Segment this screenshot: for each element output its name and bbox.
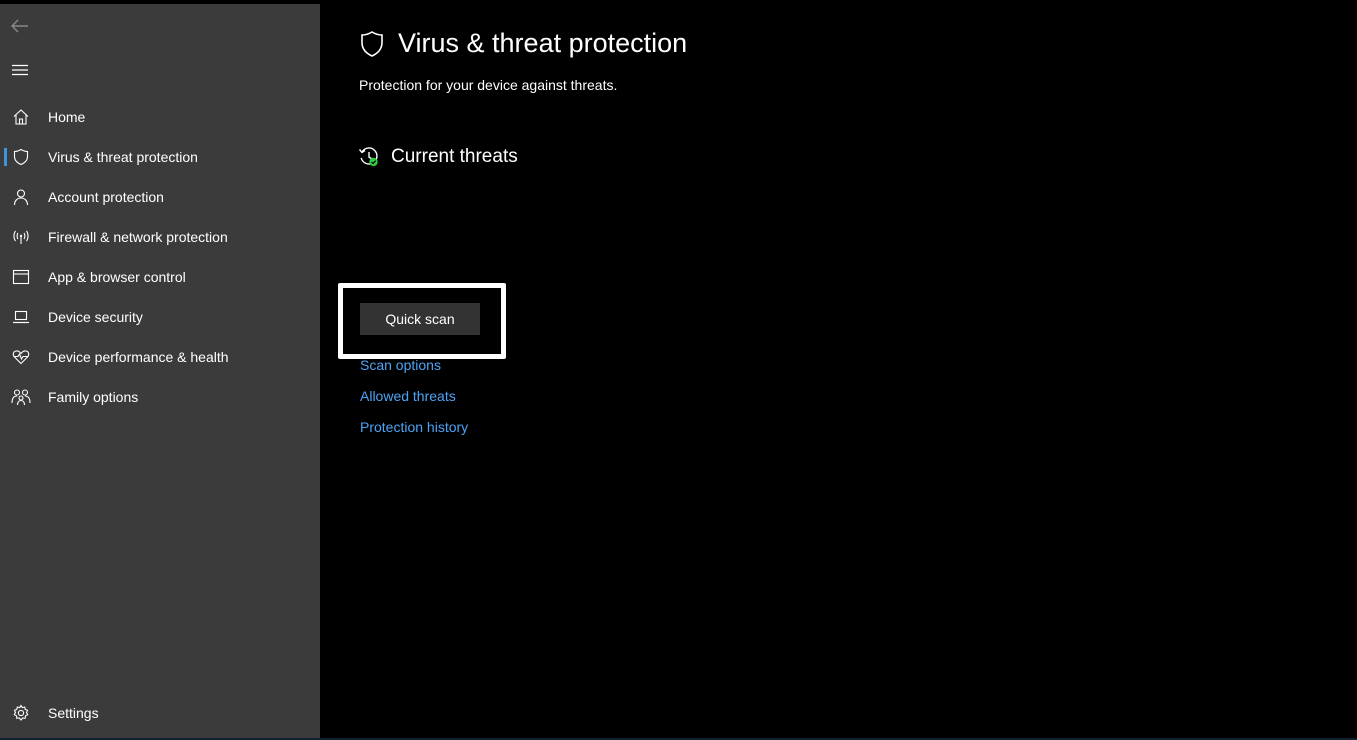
allowed-threats-link[interactable]: Allowed threats bbox=[360, 385, 468, 416]
hamburger-menu-icon bbox=[12, 64, 28, 76]
gear-icon bbox=[11, 703, 31, 723]
main-content: Virus & threat protection Protection for… bbox=[320, 4, 1357, 740]
protection-history-link[interactable]: Protection history bbox=[360, 416, 468, 447]
sidebar-item-label: Home bbox=[48, 109, 86, 125]
sidebar-item-firewall-network[interactable]: Firewall & network protection bbox=[0, 217, 320, 257]
sidebar-item-app-browser-control[interactable]: App & browser control bbox=[0, 257, 320, 297]
sidebar-item-account-protection[interactable]: Account protection bbox=[0, 177, 320, 217]
scan-links: Scan options Allowed threats Protection … bbox=[360, 354, 468, 447]
antenna-icon bbox=[11, 227, 31, 247]
laptop-icon bbox=[11, 307, 31, 327]
browser-window-icon bbox=[11, 267, 31, 287]
sidebar-item-label: Device security bbox=[48, 309, 143, 325]
sidebar-item-label: Family options bbox=[48, 389, 139, 405]
sidebar-item-settings[interactable]: Settings bbox=[0, 693, 320, 733]
sidebar-item-virus-threat-protection[interactable]: Virus & threat protection bbox=[0, 137, 320, 177]
page-header: Virus & threat protection bbox=[358, 28, 687, 59]
sidebar-nav: Home Virus & threat protection Account p… bbox=[0, 97, 320, 417]
shield-icon bbox=[358, 29, 386, 59]
sidebar: Home Virus & threat protection Account p… bbox=[0, 4, 320, 740]
sidebar-item-label: Settings bbox=[48, 705, 99, 721]
sidebar-item-label: Device performance & health bbox=[48, 349, 229, 365]
sidebar-item-home[interactable]: Home bbox=[0, 97, 320, 137]
shield-icon bbox=[11, 147, 31, 167]
history-check-icon bbox=[358, 146, 380, 168]
hamburger-menu-button[interactable] bbox=[6, 56, 34, 84]
sidebar-item-label: Virus & threat protection bbox=[48, 149, 198, 165]
person-icon bbox=[11, 187, 31, 207]
app-window: Home Virus & threat protection Account p… bbox=[0, 0, 1357, 740]
sidebar-item-label: App & browser control bbox=[48, 269, 186, 285]
sidebar-item-label: Account protection bbox=[48, 189, 164, 205]
sidebar-item-device-performance-health[interactable]: Device performance & health bbox=[0, 337, 320, 377]
sidebar-item-family-options[interactable]: Family options bbox=[0, 377, 320, 417]
section-title: Current threats bbox=[391, 146, 518, 167]
quick-scan-button[interactable]: Quick scan bbox=[360, 303, 480, 335]
family-icon bbox=[11, 387, 31, 407]
heart-pulse-icon bbox=[11, 347, 31, 367]
current-threats-header: Current threats bbox=[358, 146, 518, 168]
back-button[interactable] bbox=[6, 12, 34, 40]
sidebar-item-label: Firewall & network protection bbox=[48, 229, 228, 245]
page-title: Virus & threat protection bbox=[398, 28, 688, 58]
scan-options-link[interactable]: Scan options bbox=[360, 354, 468, 385]
sidebar-item-device-security[interactable]: Device security bbox=[0, 297, 320, 337]
back-arrow-icon bbox=[11, 19, 28, 33]
home-icon bbox=[11, 107, 31, 127]
page-subtitle: Protection for your device against threa… bbox=[359, 77, 618, 93]
